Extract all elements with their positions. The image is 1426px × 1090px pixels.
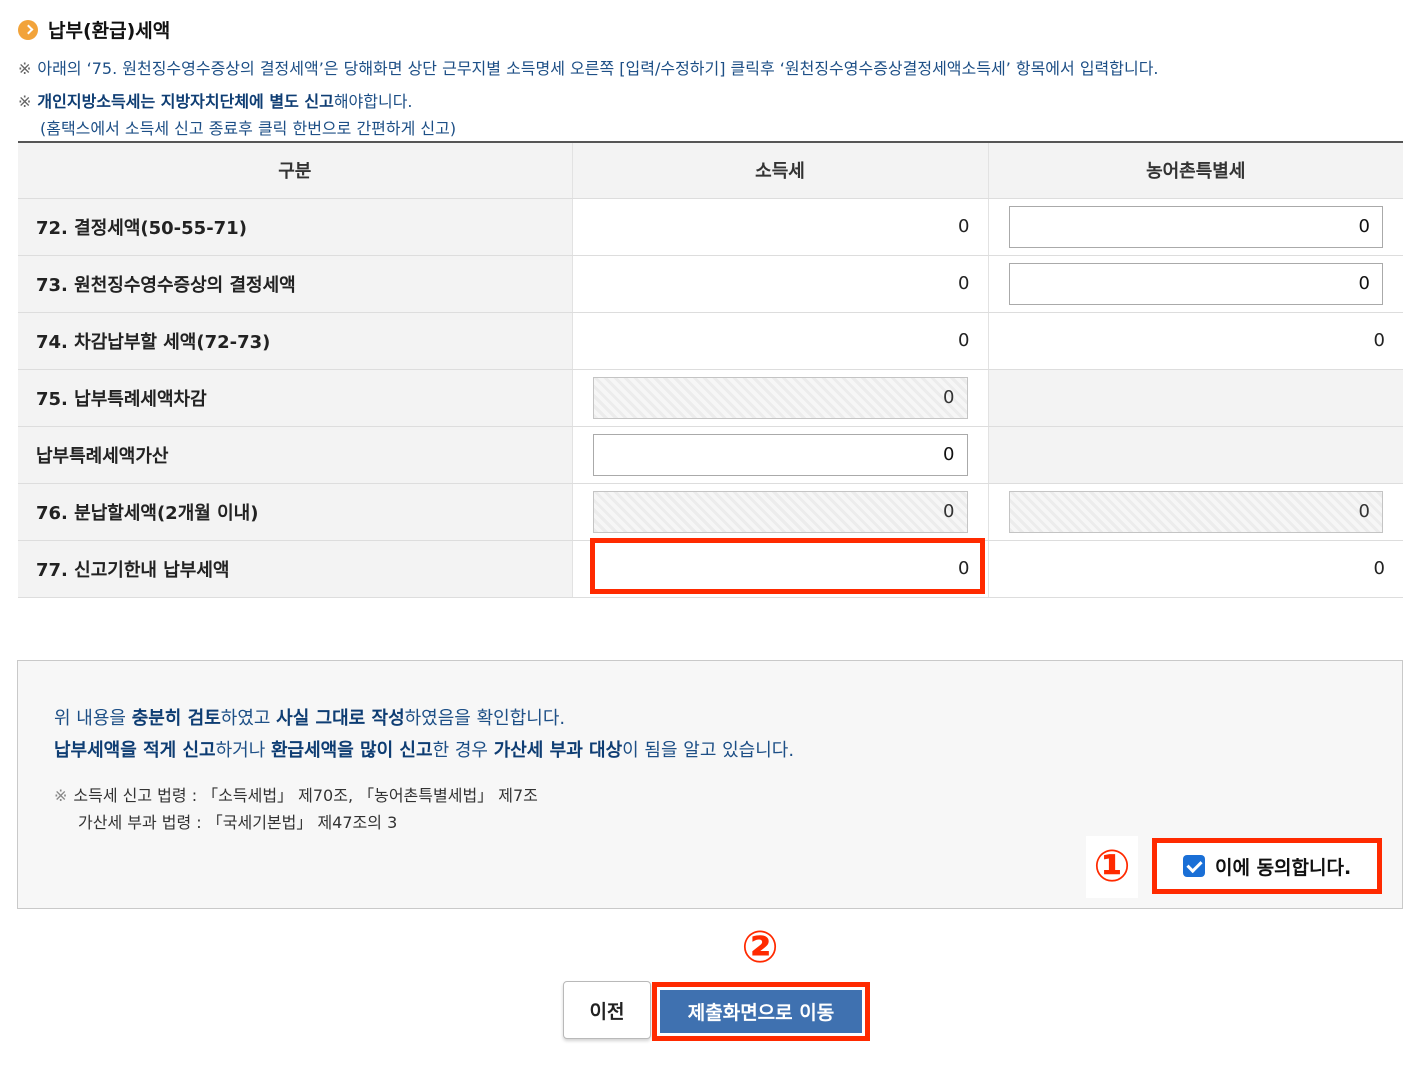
- special-tax-value: 0: [987, 312, 1403, 370]
- income-tax-input-disabled: [592, 376, 968, 419]
- special-tax-cell: [987, 198, 1403, 256]
- law-line-2: 가산세 부과 법령 : 「국세기본법」 제47조의 3: [78, 813, 398, 832]
- row-label: 72. 결정세액(50-55-71): [18, 198, 572, 256]
- special-tax-value: 0: [987, 540, 1403, 598]
- special-tax-empty-cell: [987, 369, 1403, 427]
- confirm-text-bold: 가산세 부과 대상: [493, 740, 623, 761]
- header-income-tax: 소득세: [571, 141, 988, 199]
- row-label: 납부특례세액가산: [18, 426, 572, 484]
- special-tax-empty-cell: [987, 426, 1403, 484]
- section-title-row: 납부(환급)세액: [18, 16, 170, 43]
- income-tax-value: 0: [571, 540, 988, 598]
- table-row: 74. 차감납부할 세액(72-73) 0 0: [18, 312, 1403, 370]
- note-local-tax: ※ 개인지방소득세는 지방자치단체에 별도 신고해야합니다.: [18, 88, 413, 112]
- confirm-text: 한 경우: [432, 740, 494, 761]
- confirm-text-bold: 환급세액을 많이 신고: [270, 740, 433, 761]
- confirm-text: 하였고: [220, 708, 277, 729]
- confirm-text: 이 됨을 알고 있습니다.: [622, 740, 795, 761]
- row-label: 74. 차감납부할 세액(72-73): [18, 312, 572, 370]
- special-tax-input[interactable]: [1008, 205, 1383, 248]
- note-local-tax-bold: 개인지방소득세는 지방자치단체에 별도 신고: [37, 92, 334, 111]
- submit-button[interactable]: 제출화면으로 이동: [660, 990, 862, 1033]
- law-text-income: 소득세 신고 법령 : 「소득세법」 제70조, 「농어촌특별세법」 제7조: [73, 786, 538, 805]
- note-mark-icon: ※: [54, 786, 68, 805]
- row-label: 73. 원천징수영수증상의 결정세액: [18, 255, 572, 313]
- confirm-text: 하였음을 확인합니다.: [404, 708, 566, 729]
- income-tax-value: 0: [571, 312, 988, 370]
- note-withholding-text: 아래의 ‘75. 원천징수영수증상의 결정세액’은 당해화면 상단 근무지별 소…: [37, 59, 1159, 78]
- confirm-line-1: 위 내용을 충분히 검토하였고 사실 그대로 작성하였음을 확인합니다.: [54, 704, 565, 730]
- table-header-row: 구분 소득세 농어촌특별세: [18, 141, 1403, 199]
- income-tax-input-disabled: [592, 490, 968, 533]
- header-category: 구분: [18, 141, 572, 199]
- income-tax-cell: [571, 426, 988, 484]
- confirm-line-2: 납부세액을 적게 신고하거나 환급세액을 많이 신고한 경우 가산세 부과 대상…: [54, 736, 794, 762]
- submit-button-highlight: 제출화면으로 이동: [652, 982, 870, 1041]
- table-row: 75. 납부특례세액차감: [18, 369, 1403, 427]
- tax-table: 구분 소득세 농어촌특별세 72. 결정세액(50-55-71) 0 73. 원…: [18, 141, 1403, 598]
- row-label: 76. 분납할세액(2개월 이내): [18, 483, 572, 541]
- table-row: 72. 결정세액(50-55-71) 0: [18, 198, 1403, 256]
- note-mark-icon: ※: [18, 92, 32, 111]
- table-row: 납부특례세액가산: [18, 426, 1403, 484]
- income-tax-input[interactable]: [592, 433, 968, 476]
- law-line-1: ※ 소득세 신고 법령 : 「소득세법」 제70조, 「농어촌특별세법」 제7조: [54, 782, 538, 806]
- confirm-text: 위 내용을: [54, 708, 132, 729]
- table-row: 73. 원천징수영수증상의 결정세액 0: [18, 255, 1403, 313]
- confirm-text-bold: 사실 그대로 작성: [276, 708, 405, 729]
- row-label: 77. 신고기한내 납부세액: [18, 540, 572, 598]
- confirm-text: 하거나: [215, 740, 271, 761]
- section-title: 납부(환급)세액: [48, 20, 171, 42]
- note-mark-icon: ※: [18, 59, 32, 78]
- header-special-tax: 농어촌특별세: [987, 141, 1403, 199]
- special-tax-cell: [987, 255, 1403, 313]
- prev-button[interactable]: 이전: [563, 981, 651, 1039]
- income-tax-cell: [571, 369, 988, 427]
- step-1-marker: ①: [1086, 836, 1138, 898]
- table-row: 77. 신고기한내 납부세액 0 0: [18, 540, 1403, 598]
- row-label: 75. 납부특례세액차감: [18, 369, 572, 427]
- table-row: 76. 분납할세액(2개월 이내): [18, 483, 1403, 541]
- note-local-tax-rest: 해야합니다.: [333, 92, 413, 111]
- step-2-marker: ②: [733, 922, 787, 974]
- agree-checkbox-row[interactable]: 이에 동의합니다.: [1152, 838, 1382, 894]
- agree-label[interactable]: 이에 동의합니다.: [1215, 853, 1351, 880]
- checkbox-checked-icon[interactable]: [1183, 855, 1205, 877]
- income-tax-cell: [571, 483, 988, 541]
- special-tax-input[interactable]: [1008, 262, 1383, 305]
- confirm-text-bold: 납부세액을 적게 신고: [54, 740, 216, 761]
- income-tax-value: 0: [571, 255, 988, 313]
- special-tax-cell: [987, 483, 1403, 541]
- confirm-text-bold: 충분히 검토: [131, 708, 221, 729]
- note-hometax: (홈택스에서 소득세 신고 종료후 클릭 한번으로 간편하게 신고): [40, 119, 457, 138]
- income-tax-value: 0: [571, 198, 988, 256]
- chevron-right-circle-icon: [18, 19, 38, 40]
- special-tax-input-disabled: [1008, 490, 1383, 533]
- note-withholding: ※ 아래의 ‘75. 원천징수영수증상의 결정세액’은 당해화면 상단 근무지별 …: [18, 55, 1159, 79]
